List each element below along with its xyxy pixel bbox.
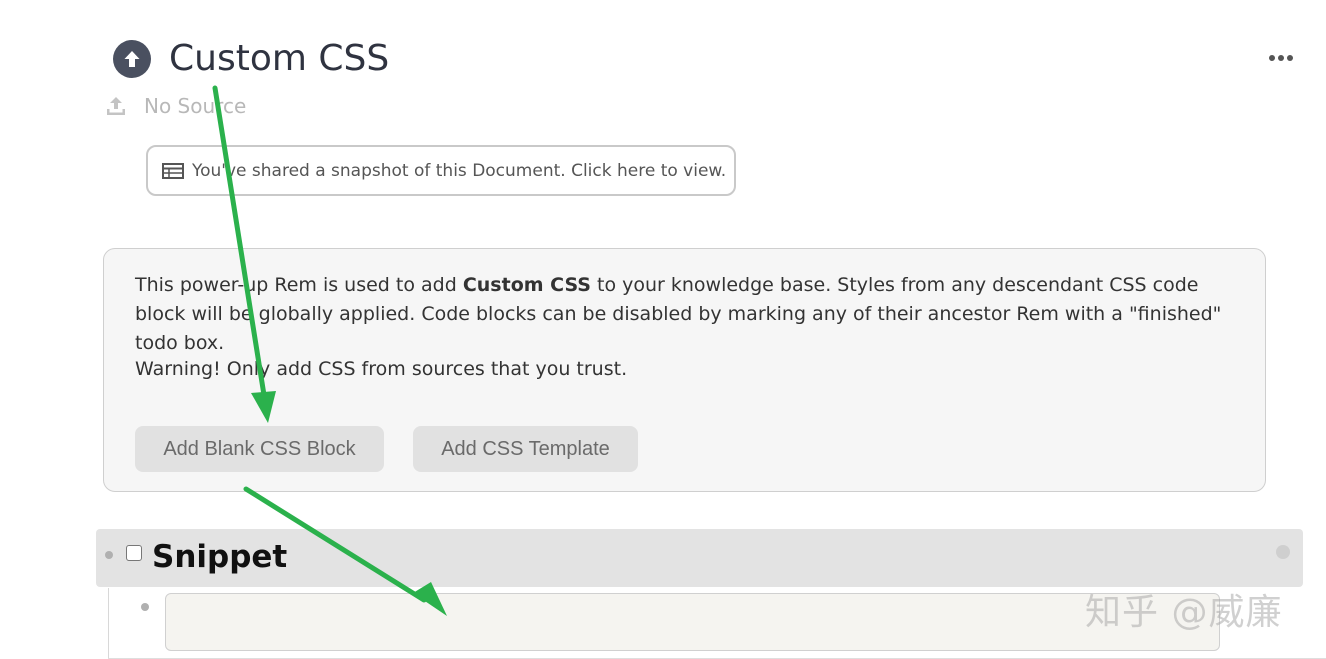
more-horizontal-icon[interactable] [1264, 48, 1298, 68]
child-indent-line [108, 588, 109, 659]
todo-checkbox[interactable] [126, 545, 142, 561]
snippet-label[interactable]: Snippet [152, 539, 287, 575]
page-title[interactable]: Custom CSS [169, 38, 389, 79]
upload-icon [107, 97, 125, 115]
child-rem-bullet[interactable] [141, 603, 149, 611]
snippet-rem-row[interactable]: Snippet [96, 529, 1303, 587]
info-text-before: This power-up Rem is used to add [135, 274, 463, 296]
source-row[interactable]: No Source [104, 94, 246, 118]
rem-bullet[interactable] [105, 551, 113, 559]
info-text-bold: Custom CSS [462, 274, 591, 296]
snapshot-banner-text: You've shared a snapshot of this Documen… [192, 160, 727, 181]
css-code-block[interactable] [165, 593, 1220, 651]
add-blank-css-block-button[interactable]: Add Blank CSS Block [135, 426, 384, 472]
css-info-card: This power-up Rem is used to add Custom … [103, 248, 1266, 492]
warning-text: Warning! Only add CSS from sources that … [135, 358, 628, 380]
title-wrap: Custom CSS [113, 38, 389, 79]
add-css-template-button[interactable]: Add CSS Template [413, 426, 638, 472]
info-description: This power-up Rem is used to add Custom … [135, 271, 1245, 358]
source-label: No Source [144, 94, 247, 118]
table-icon [162, 162, 184, 179]
arrow-up-circle-icon[interactable] [113, 39, 151, 78]
watermark: 知乎 @威廉 [1085, 592, 1283, 633]
collapse-circle-icon[interactable] [1276, 545, 1290, 559]
snapshot-banner[interactable]: You've shared a snapshot of this Documen… [146, 145, 736, 196]
